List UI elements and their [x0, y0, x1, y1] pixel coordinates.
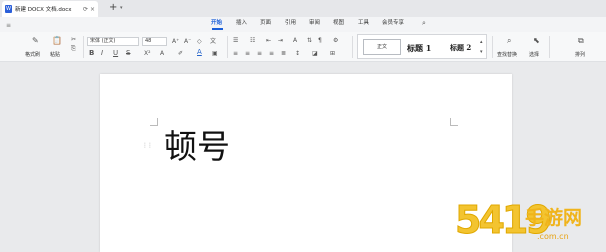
style-heading2[interactable]: 标题 2 — [450, 43, 471, 53]
decrease-indent-icon[interactable]: ⇤ — [266, 36, 271, 45]
paragraph-drag-handle-icon[interactable]: ⋮⋮ — [142, 142, 153, 149]
align-center-icon[interactable]: ≡ — [245, 49, 250, 58]
watermark-logo: 5419 手游网 .com.cn — [455, 198, 605, 250]
font-name-value: 宋体 (正文) — [90, 38, 116, 44]
document-tab-title: 新建 DOCX 文档.docx — [15, 7, 72, 13]
tab-close-icon[interactable]: × — [90, 6, 95, 13]
select-button[interactable]: 选择 — [529, 51, 539, 58]
search-icon[interactable]: ⌕ — [422, 19, 426, 28]
sort-icon[interactable]: ⇅ — [307, 36, 312, 45]
highlight-icon[interactable]: ✐ — [178, 49, 183, 58]
document-tab[interactable]: W 新建 DOCX 文档.docx ⟳ × — [2, 1, 98, 17]
text-effect-icon[interactable]: A — [160, 49, 164, 58]
style-heading1[interactable]: 标题 1 — [407, 43, 431, 54]
separator — [492, 36, 493, 58]
superscript-icon[interactable]: X² — [144, 49, 151, 58]
menu-item-page[interactable]: 页面 — [260, 19, 271, 28]
menu-item-references[interactable]: 引用 — [285, 19, 296, 28]
title-tab-bar: W 新建 DOCX 文档.docx ⟳ × + ▾ — [0, 0, 606, 17]
italic-button[interactable]: I — [101, 49, 103, 58]
shrink-font-icon[interactable]: A⁻ — [184, 37, 191, 46]
align-left-icon[interactable]: ≡ — [233, 49, 238, 58]
ribbon-toolbar: ✎ 格式刷 📋 粘贴 ✂ ⎘ 宋体 (正文) 48 A⁺ A⁻ ◇ 文 B I … — [0, 32, 606, 62]
tab-menu-chevron-icon[interactable]: ▾ — [120, 5, 123, 11]
styles-expand-icon[interactable]: ▾ — [480, 48, 483, 57]
word-doc-icon: W — [5, 5, 12, 13]
copy-icon[interactable]: ⎘ — [71, 44, 76, 53]
chinese-layout-icon[interactable]: A — [293, 36, 297, 45]
select-icon[interactable]: ⬉ — [533, 36, 540, 45]
font-size-select[interactable]: 48 — [142, 37, 167, 46]
align-right-icon[interactable]: ≡ — [257, 49, 262, 58]
document-heading-text[interactable]: 顿号 — [164, 128, 230, 166]
bold-button[interactable]: B — [89, 49, 94, 58]
active-tab-indicator — [212, 28, 223, 30]
watermark-brand: 手游网 — [525, 207, 583, 229]
grow-font-icon[interactable]: A⁺ — [172, 37, 179, 46]
tab-sync-icon[interactable]: ⟳ — [83, 6, 88, 13]
arrange-button[interactable]: 排列 — [575, 51, 585, 58]
menu-item-review[interactable]: 审阅 — [309, 19, 320, 28]
style-normal[interactable]: 正文 — [363, 39, 401, 55]
styles-scroll-up-icon[interactable]: ▴ — [480, 38, 483, 47]
menu-item-insert[interactable]: 插入 — [236, 19, 247, 28]
font-size-value: 48 — [145, 38, 152, 44]
document-page[interactable]: ⋮⋮ 顿号 — [100, 74, 512, 252]
find-replace-button[interactable]: 查找替换 — [497, 51, 517, 58]
increase-indent-icon[interactable]: ⇥ — [278, 36, 283, 45]
border-icon[interactable]: ⊞ — [330, 49, 335, 58]
clear-format-icon[interactable]: ◇ — [197, 37, 202, 46]
line-spacing-icon[interactable]: ↕ — [295, 49, 300, 58]
watermark-site: .com.cn — [537, 232, 569, 241]
margin-mark-top-right — [450, 118, 458, 126]
underline-button[interactable]: U — [113, 49, 118, 58]
format-painter-button[interactable]: 格式刷 — [25, 51, 40, 58]
phonetic-guide-icon[interactable]: 文 — [210, 37, 216, 46]
menu-bar: ≡ 开始 插入 页面 引用 审阅 视图 工具 会员专享 ⌕ — [0, 17, 606, 32]
font-name-select[interactable]: 宋体 (正文) — [87, 37, 139, 46]
paste-button[interactable]: 粘贴 — [50, 51, 60, 58]
separator — [227, 36, 228, 58]
distribute-icon[interactable]: ≣ — [281, 49, 286, 58]
separator — [549, 36, 550, 58]
menu-item-tools[interactable]: 工具 — [358, 19, 369, 28]
justify-icon[interactable]: ≡ — [269, 49, 274, 58]
strikethrough-button[interactable]: S — [126, 49, 130, 58]
show-marks-icon[interactable]: ¶ — [318, 36, 322, 45]
styles-gallery: 正文 标题 1 标题 2 ▴ ▾ — [357, 34, 487, 59]
font-color-icon[interactable]: A — [197, 48, 202, 57]
bullet-list-icon[interactable]: ☰ — [233, 36, 238, 45]
menu-list-icon[interactable]: ≡ — [6, 22, 11, 29]
shading-icon[interactable]: ◪ — [312, 49, 318, 58]
separator — [352, 36, 353, 58]
menu-item-view[interactable]: 视图 — [333, 19, 344, 28]
paragraph-settings-icon[interactable]: ⚙ — [333, 36, 338, 45]
separator — [83, 36, 84, 58]
char-border-icon[interactable]: ▣ — [212, 49, 218, 58]
style-normal-label: 正文 — [376, 44, 387, 50]
menu-item-member[interactable]: 会员专享 — [382, 19, 404, 28]
new-tab-button[interactable]: + — [109, 3, 117, 13]
find-replace-icon[interactable]: ⌕ — [507, 36, 511, 45]
format-painter-icon[interactable]: ✎ — [32, 36, 39, 45]
cut-icon[interactable]: ✂ — [71, 35, 76, 44]
arrange-icon[interactable]: ⧉ — [578, 36, 584, 45]
paste-icon[interactable]: 📋 — [52, 36, 62, 45]
margin-mark-top-left — [150, 118, 158, 126]
numbered-list-icon[interactable]: ☷ — [250, 36, 255, 45]
menu-item-home[interactable]: 开始 — [211, 19, 222, 28]
